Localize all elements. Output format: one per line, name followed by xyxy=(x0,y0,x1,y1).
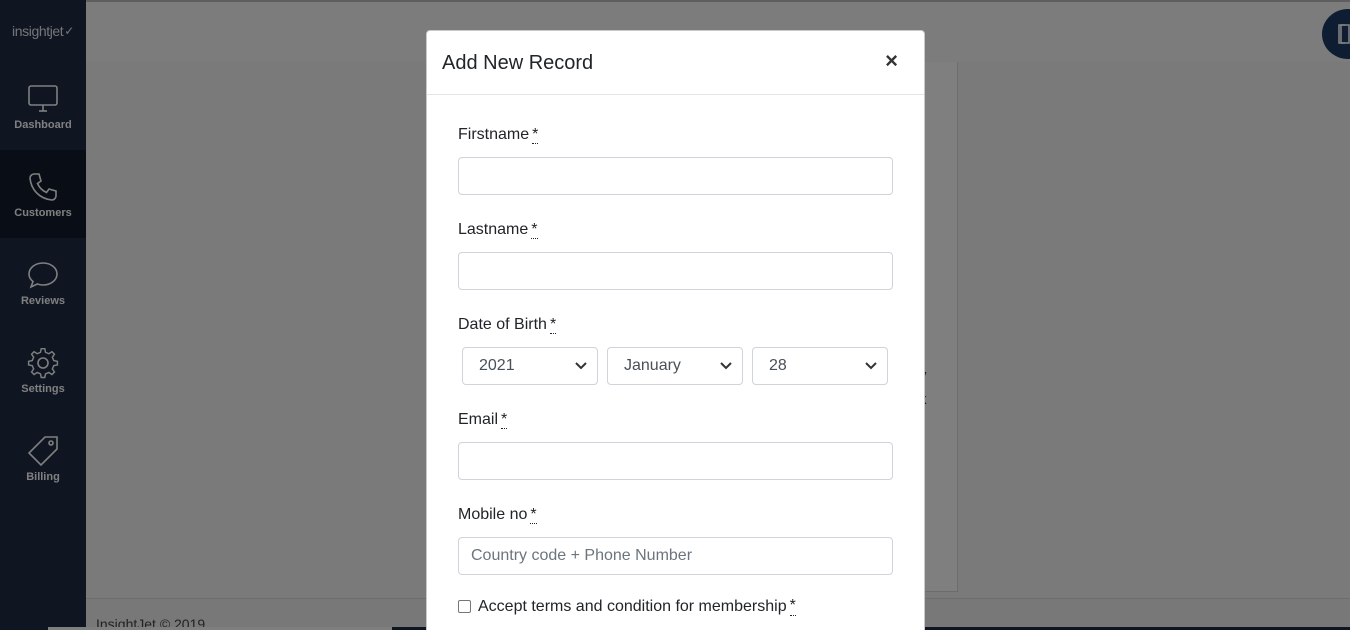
required-mark: * xyxy=(530,506,537,524)
lastname-input[interactable] xyxy=(458,252,893,290)
terms-checkbox[interactable] xyxy=(458,600,471,613)
mobile-label-text: Mobile no xyxy=(458,506,528,523)
dob-label: Date of Birth * xyxy=(458,316,893,338)
required-mark: * xyxy=(549,316,557,334)
email-input[interactable] xyxy=(458,442,893,480)
required-mark: * xyxy=(531,221,538,239)
firstname-label-text: Firstname xyxy=(458,126,530,143)
dob-label-text: Date of Birth xyxy=(458,316,547,333)
modal-title: Add New Record xyxy=(442,52,594,74)
modal-header: Add New Record × xyxy=(427,31,924,95)
dob-month-select[interactable]: January xyxy=(607,347,743,385)
close-button[interactable]: × xyxy=(885,49,898,73)
email-label-text: Email xyxy=(458,411,499,428)
required-mark: * xyxy=(532,126,539,144)
mobile-input[interactable] xyxy=(458,537,893,575)
terms-row: Accept terms and condition for membershi… xyxy=(458,597,893,616)
chevron-down-icon xyxy=(720,362,732,370)
firstname-input[interactable] xyxy=(458,157,893,195)
dob-group: Date of Birth * 2021 January 28 xyxy=(458,316,893,385)
required-mark: * xyxy=(789,597,796,616)
dob-day-value: 28 xyxy=(769,357,787,374)
lastname-label-text: Lastname xyxy=(458,221,529,238)
dob-selects: 2021 January 28 xyxy=(458,347,893,385)
lastname-group: Lastname * xyxy=(458,221,893,290)
dob-year-select[interactable]: 2021 xyxy=(462,347,598,385)
email-label: Email * xyxy=(458,411,893,433)
firstname-group: Firstname * xyxy=(458,126,893,195)
dob-month-value: January xyxy=(624,357,681,374)
email-group: Email * xyxy=(458,411,893,480)
mobile-label: Mobile no * xyxy=(458,506,893,528)
chevron-down-icon xyxy=(865,362,877,370)
firstname-label: Firstname * xyxy=(458,126,893,148)
chevron-down-icon xyxy=(575,362,587,370)
dob-year-value: 2021 xyxy=(479,357,515,374)
required-mark: * xyxy=(501,411,508,429)
mobile-group: Mobile no * xyxy=(458,506,893,575)
lastname-label: Lastname * xyxy=(458,221,893,243)
terms-label: Accept terms and condition for membershi… xyxy=(478,597,787,615)
dob-day-select[interactable]: 28 xyxy=(752,347,888,385)
record-form: Firstname * Lastname * Date of Birth * 2021… xyxy=(458,126,893,616)
add-record-modal: Add New Record × Firstname * Lastname * Da… xyxy=(426,30,925,630)
